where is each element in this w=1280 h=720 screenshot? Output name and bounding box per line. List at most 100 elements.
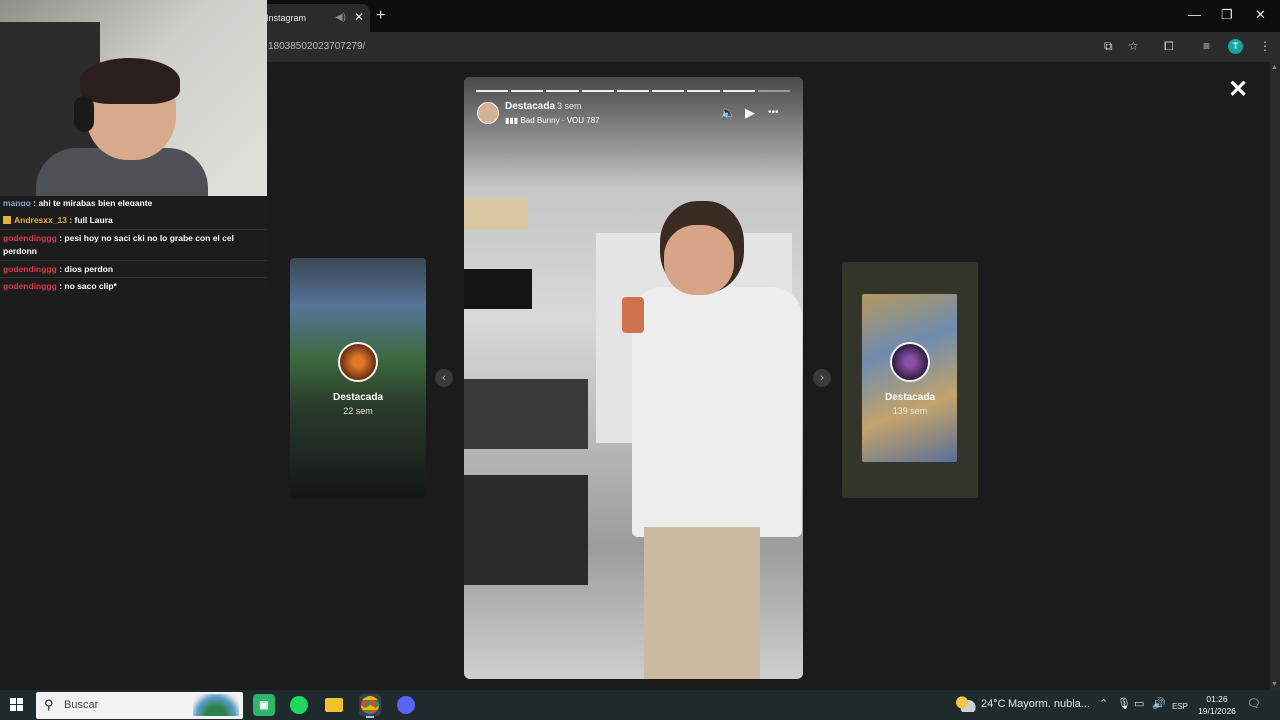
chat-username: Andresxx_13 bbox=[14, 215, 67, 225]
progress-segment bbox=[722, 90, 755, 92]
file-explorer-icon[interactable] bbox=[323, 694, 345, 716]
person-shirt bbox=[632, 287, 802, 537]
tray-chevron-up-icon[interactable]: ⌃ bbox=[1099, 697, 1108, 711]
progress-segment bbox=[546, 90, 579, 92]
person-face bbox=[664, 225, 734, 295]
taskbar-clock[interactable]: 01:26 19/1/2026 bbox=[1192, 693, 1242, 717]
page-scrollbar[interactable]: ▲ ▼ bbox=[1270, 62, 1280, 690]
music-bars-icon: ▮▮▮ bbox=[505, 116, 521, 125]
clock-date: 19/1/2026 bbox=[1198, 706, 1236, 716]
extensions-icon[interactable]: ⧠ bbox=[1164, 38, 1174, 54]
next-highlight-preview[interactable]: Destacada 139 sem bbox=[842, 262, 978, 498]
air-conditioner bbox=[464, 199, 528, 229]
chat-text: : dios perdon bbox=[59, 264, 114, 274]
play-icon[interactable]: ▶ bbox=[745, 106, 755, 120]
search-placeholder: Buscar bbox=[64, 699, 99, 711]
highlight-time: 22 sem bbox=[343, 406, 373, 416]
highlight-avatar bbox=[890, 342, 930, 382]
story-progress-bar bbox=[476, 90, 790, 93]
scroll-up-arrow-icon[interactable]: ▲ bbox=[1271, 64, 1278, 71]
headphones bbox=[74, 96, 94, 132]
install-app-icon[interactable]: ⧉ bbox=[1104, 38, 1113, 54]
streamer-hair bbox=[80, 58, 180, 104]
prev-story-button[interactable]: ‹ bbox=[435, 369, 453, 387]
sub-badge-icon bbox=[3, 216, 11, 224]
chat-message: godendinggg : pesi hoy no saci cki no lo… bbox=[3, 232, 265, 258]
chat-message: mango : ahi te mirabas bien elegante bbox=[3, 197, 265, 206]
profile-avatar[interactable]: T bbox=[1228, 39, 1243, 54]
chat-username: godendinggg bbox=[3, 233, 57, 243]
network-icon[interactable]: ▭ bbox=[1134, 697, 1144, 711]
chat-text: : no saco clip* bbox=[59, 281, 117, 291]
clock-time: 01:26 bbox=[1206, 694, 1228, 704]
restore-button[interactable]: ❐ bbox=[1221, 7, 1233, 23]
chrome-icon[interactable] bbox=[359, 694, 381, 718]
highlight-title: Destacada bbox=[884, 392, 936, 403]
progress-segment bbox=[687, 90, 720, 92]
television bbox=[464, 269, 532, 309]
taskbar-app-green-icon[interactable]: ▣ bbox=[253, 694, 275, 716]
search-highlight-art bbox=[193, 694, 239, 716]
spotify-icon[interactable] bbox=[288, 694, 310, 716]
progress-segment bbox=[616, 90, 650, 92]
chat-username: godendinggg bbox=[3, 264, 57, 274]
story-username[interactable]: Destacada bbox=[505, 101, 555, 112]
progress-segment bbox=[757, 90, 790, 92]
notifications-icon[interactable]: 🗨 bbox=[1247, 697, 1261, 711]
desktop: Instagram ◀) ✕ + — ❐ ✕ 18038502023707279… bbox=[0, 0, 1280, 720]
search-icon: ⚲ bbox=[44, 697, 54, 712]
prev-highlight-preview[interactable]: Destacada 22 sem bbox=[290, 258, 426, 498]
chat-message: godendinggg : dios perdon bbox=[3, 263, 265, 276]
windows-start-icon[interactable] bbox=[10, 698, 24, 712]
highlight-avatar bbox=[338, 342, 378, 382]
webcam-overlay bbox=[0, 0, 267, 204]
story-music[interactable]: ▮▮▮ Bad Bunny · VOU 787 bbox=[505, 116, 600, 125]
coffee-table bbox=[464, 475, 588, 585]
phone bbox=[622, 297, 644, 333]
story-avatar[interactable] bbox=[477, 102, 499, 124]
chat-divider bbox=[0, 277, 267, 278]
highlight-time: 139 sem bbox=[892, 406, 928, 416]
progress-segment bbox=[476, 90, 509, 92]
more-options-icon[interactable]: ••• bbox=[768, 106, 779, 120]
new-tab-button[interactable]: + bbox=[376, 6, 385, 26]
shelf bbox=[464, 379, 588, 449]
volume-icon[interactable]: 🔊 bbox=[1152, 697, 1166, 711]
progress-segment bbox=[581, 90, 614, 92]
progress-segment bbox=[511, 90, 544, 92]
weather-text[interactable]: Mayorm. nubla... bbox=[1008, 697, 1090, 711]
story-time: 3 sem bbox=[557, 101, 582, 111]
chat-username: mango bbox=[3, 198, 31, 206]
mute-icon[interactable]: 🔈 bbox=[720, 106, 736, 120]
window-close-button[interactable]: ✕ bbox=[1255, 7, 1266, 23]
person-pants bbox=[644, 527, 760, 679]
chat-text: : ahi te mirabas bien elegante bbox=[33, 198, 153, 206]
weather-cloud-sun-icon[interactable] bbox=[956, 696, 976, 712]
music-label: Bad Bunny · VOU 787 bbox=[520, 116, 600, 125]
browser-tab-instagram[interactable]: Instagram ◀) ✕ bbox=[256, 4, 370, 32]
stream-chat: mango : ahi te mirabas bien elegante And… bbox=[0, 196, 267, 294]
chat-message: Andresxx_13 : full Laura bbox=[3, 214, 265, 227]
browser-menu-icon[interactable]: ⋮ bbox=[1259, 38, 1271, 54]
discord-icon[interactable] bbox=[395, 694, 417, 716]
language-indicator[interactable]: ESP bbox=[1172, 700, 1188, 714]
tab-title: Instagram bbox=[266, 13, 307, 23]
weather-temp[interactable]: 24°C bbox=[981, 697, 1006, 711]
scroll-down-arrow-icon[interactable]: ▼ bbox=[1271, 681, 1278, 688]
chat-divider bbox=[0, 229, 267, 230]
speaker-icon[interactable]: ◀) bbox=[335, 12, 346, 23]
taskbar-search[interactable]: ⚲ Buscar bbox=[36, 692, 243, 719]
story-photo[interactable] bbox=[464, 77, 803, 679]
chat-divider bbox=[0, 260, 267, 261]
microphone-icon[interactable]: 🎙 bbox=[1117, 697, 1131, 711]
highlight-title: Destacada bbox=[332, 392, 384, 403]
media-control-icon[interactable]: ≡ bbox=[1203, 38, 1210, 54]
chat-text: : full Laura bbox=[69, 215, 113, 225]
story-close-button[interactable]: ✕ bbox=[1228, 78, 1248, 102]
address-bar[interactable]: 18038502023707279/ bbox=[256, 36, 1136, 58]
minimize-button[interactable]: — bbox=[1188, 7, 1201, 23]
bookmark-star-icon[interactable]: ☆ bbox=[1128, 38, 1139, 54]
chat-message: godendinggg : no saco clip* bbox=[3, 280, 265, 293]
next-story-button[interactable]: › bbox=[813, 369, 831, 387]
tab-close-button[interactable]: ✕ bbox=[354, 10, 364, 24]
